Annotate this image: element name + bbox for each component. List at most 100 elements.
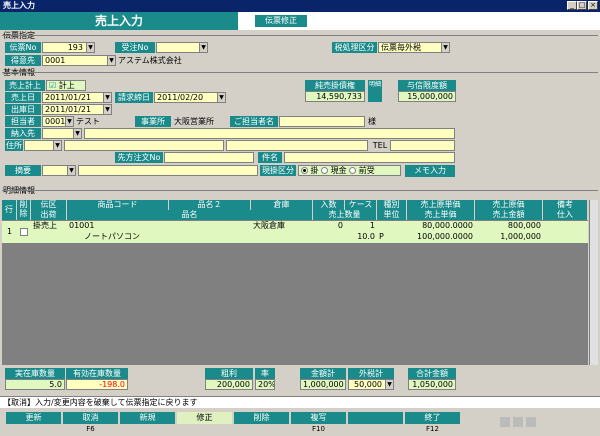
col-amount: 売上金額 (475, 210, 543, 220)
recv-name-field[interactable] (84, 128, 455, 139)
maximize-button[interactable]: □ (577, 1, 587, 10)
credit-label: 与信限度額 (398, 80, 456, 91)
col-ship: 出荷 (31, 210, 67, 220)
help-icon[interactable] (526, 417, 536, 427)
pay-radio-group[interactable]: 掛 現金 前受 (298, 165, 401, 176)
col-warehouse: 倉庫 (251, 200, 313, 210)
row-qty: 10.0 (357, 232, 375, 241)
chevron-down-icon[interactable]: ▼ (103, 105, 111, 114)
subject-field[interactable] (284, 152, 455, 163)
update-button[interactable]: 更新 (6, 412, 61, 424)
ship-date-label: 出庫日 (5, 104, 41, 115)
staff-label: 担当者 (5, 116, 41, 127)
client-code-field[interactable]: 0001 ▼ (42, 55, 116, 66)
col-per: 入数 (313, 200, 345, 210)
table-row[interactable]: 1 掛売上 01001 大阪倉庫 0 1 80,000.0000 800,000… (2, 221, 588, 243)
office-value: 大阪営業所 (174, 117, 214, 126)
voucher-no-label: 伝票No (5, 42, 41, 53)
exit-button[interactable]: 終了 (405, 412, 460, 424)
ship-date-field[interactable]: 2011/01/21 ▼ (42, 104, 112, 115)
person-suffix: 様 (368, 117, 376, 126)
col-name2: 品名２ (169, 200, 251, 210)
col-name: 品名 (67, 210, 313, 220)
cancel-button[interactable]: 取消 (63, 412, 118, 424)
blank-button[interactable] (348, 412, 403, 424)
staff-name: テスト (76, 117, 100, 126)
chevron-down-icon[interactable]: ▼ (65, 117, 73, 126)
memo-field[interactable] (78, 165, 258, 176)
recv-label: 納入先 (5, 128, 41, 139)
grid-scrollbar[interactable] (589, 200, 598, 365)
function-key-bar: 更新 取消 F6 新規 修正 削除 複写 F10 終了 F12 (6, 412, 461, 434)
client-name: アステム株式会社 (118, 56, 182, 65)
radio-advance[interactable] (349, 167, 357, 174)
sale-date-label: 売上日 (5, 92, 41, 103)
row-case: 1 (369, 221, 375, 230)
chevron-down-icon[interactable]: ▼ (73, 129, 81, 138)
chevron-down-icon[interactable]: ▼ (86, 43, 94, 52)
keyboard-icon[interactable] (513, 417, 523, 427)
order-no-field[interactable]: ▼ (156, 42, 208, 53)
credit-value: 15,000,000 (398, 91, 456, 102)
zip-field[interactable]: ▼ (24, 140, 62, 151)
sale-date-field[interactable]: 2011/01/21 ▼ (42, 92, 112, 103)
edit-button[interactable]: 修正 (177, 412, 232, 424)
chevron-down-icon[interactable]: ▼ (441, 43, 449, 52)
memo-input-button[interactable]: メモ入力 (405, 165, 455, 177)
sum-value: 1,000,000 (300, 379, 346, 390)
row-per: 0 (337, 221, 343, 230)
cancel-key: F6 (86, 425, 95, 433)
profit-label: 粗利 (205, 368, 253, 379)
chevron-down-icon[interactable]: ▼ (67, 166, 75, 175)
tel-field[interactable] (390, 140, 455, 151)
addr1-field[interactable] (64, 140, 224, 151)
row-no: 1 (6, 227, 13, 236)
exit-key: F12 (426, 425, 439, 433)
chevron-down-icon[interactable]: ▼ (103, 93, 111, 102)
radio-cash[interactable] (321, 167, 329, 174)
row-price: 100,000.0000 (417, 232, 473, 241)
col-code: 商品コード (67, 200, 169, 210)
po-field[interactable] (164, 152, 254, 163)
chevron-down-icon[interactable]: ▼ (199, 43, 207, 52)
tax-total-label: 外税計 (348, 368, 394, 379)
col-note: 備考 (543, 200, 588, 210)
minimize-button[interactable]: _ (567, 1, 577, 10)
delete-button[interactable]: 削除 (234, 412, 289, 424)
recv-code-field[interactable]: ▼ (42, 128, 82, 139)
voucher-no-field[interactable]: 193 ▼ (42, 42, 95, 53)
chevron-down-icon[interactable]: ▼ (53, 141, 61, 150)
balance-label: 純売掛債権 (305, 80, 365, 91)
new-button[interactable]: 新規 (120, 412, 175, 424)
stock-label: 実在庫数量 (5, 368, 65, 379)
chevron-down-icon[interactable]: ▼ (107, 56, 115, 65)
detail-side-button[interactable]: 明細 (368, 80, 382, 102)
col-type: 伝区 (31, 200, 67, 210)
copy-button[interactable]: 複写 (291, 412, 346, 424)
tel-label: TEL (372, 141, 388, 150)
col-cost: 売上原価 (475, 200, 543, 210)
close-button[interactable]: × (588, 1, 598, 10)
col-unit: 単位 (377, 210, 407, 220)
row-delete-checkbox[interactable] (20, 228, 28, 236)
post-checkbox[interactable]: ☑ 計上 (46, 80, 86, 91)
row-warehouse: 大阪倉庫 (253, 221, 285, 230)
tax-total-field[interactable]: 50,000 ▼ (348, 379, 394, 390)
po-label: 先方注文No (115, 152, 163, 163)
radio-kake[interactable] (301, 167, 308, 174)
total-label: 合計金額 (408, 368, 456, 379)
client-label: 得意先 (5, 55, 41, 66)
memo-code-field[interactable]: ▼ (42, 165, 76, 176)
memo-label: 摘要 (5, 165, 41, 176)
chevron-down-icon[interactable]: ▼ (385, 380, 393, 389)
addr2-field[interactable] (226, 140, 368, 151)
col-case: ケース (345, 200, 377, 210)
chevron-down-icon[interactable]: ▼ (217, 93, 225, 102)
col-cost-unit: 売上原単価 (407, 200, 475, 210)
sum-label: 金額計 (300, 368, 346, 379)
tax-select[interactable]: 伝票毎外税 ▼ (378, 42, 450, 53)
close-date-field[interactable]: 2011/02/20 ▼ (154, 92, 226, 103)
staff-code-field[interactable]: 0001 ▼ (42, 116, 74, 127)
ime-icon[interactable] (500, 417, 510, 427)
person-field[interactable] (279, 116, 365, 127)
